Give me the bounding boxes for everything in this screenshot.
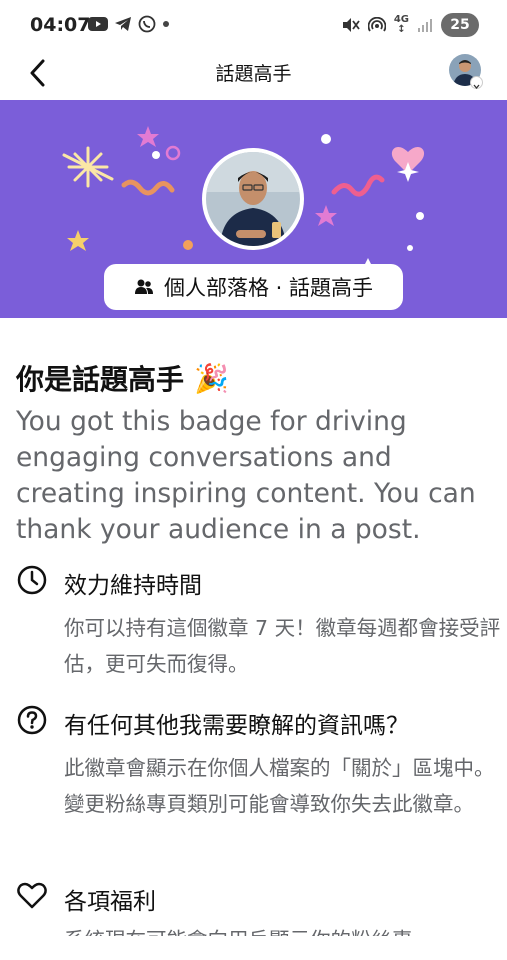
profile-picture xyxy=(202,148,304,250)
section-title: 各項福利 xyxy=(64,889,156,915)
more-notifications-icon xyxy=(163,21,169,27)
badge-description: 你是話題高手 🎉 You got this badge for driving … xyxy=(16,358,496,548)
page-title: 話題高手 xyxy=(215,63,292,85)
nav-bar: 話題高手 xyxy=(0,52,507,100)
question-icon xyxy=(17,705,47,735)
system-icons: 4G ↕ 25 xyxy=(342,13,479,37)
signal-icon xyxy=(418,19,432,32)
badge-label-pill: 個人部落格 · 話題高手 xyxy=(104,264,403,310)
heart-icon xyxy=(17,882,47,909)
whatsapp-icon xyxy=(138,15,156,33)
network-indicator: 4G ↕ xyxy=(393,14,409,35)
avatar-dropdown-icon[interactable] xyxy=(470,76,483,90)
section-benefits: 各項福利 系統現在可能會向用戶顯示你的粉絲專 xyxy=(16,880,496,936)
clock-icon xyxy=(17,565,47,595)
notification-icons xyxy=(88,15,170,33)
section-body: 系統現在可能會向用戶顯示你的粉絲專 xyxy=(64,922,496,936)
badge-label: 個人部落格 · 話題高手 xyxy=(163,276,374,300)
status-bar: 04:07 4G ↕ 25 xyxy=(0,0,507,52)
headline: 你是話題高手 🎉 xyxy=(16,358,496,398)
battery-icon: 25 xyxy=(441,13,479,37)
battery-level: 25 xyxy=(450,17,470,33)
party-popper-icon: 🎉 xyxy=(194,361,229,395)
section-title: 有任何其他我需要瞭解的資訊嗎？ xyxy=(64,713,409,739)
headline-text: 你是話題高手 xyxy=(16,363,185,396)
people-icon xyxy=(134,279,153,294)
section-body: 此徽章會顯示在你個人檔案的「關於」區塊中。變更粉絲專頁類別可能會導致你失去此徽章… xyxy=(64,756,495,816)
status-time: 04:07 xyxy=(30,14,91,36)
section-title: 效力維持時間 xyxy=(64,573,202,599)
section-body: 你可以持有這個徽章 7 天！徽章每週都會接受評估，更可失而復得。 xyxy=(64,616,501,676)
profile-photo xyxy=(206,152,300,246)
description-text: You got this badge for driving engaging … xyxy=(16,406,476,545)
telegram-icon xyxy=(115,17,131,31)
badge-banner: 個人部落格 · 話題高手 xyxy=(0,100,507,318)
network-label: 4G xyxy=(393,14,409,25)
hotspot-icon xyxy=(367,17,386,32)
youtube-icon xyxy=(88,17,108,31)
mute-icon xyxy=(342,18,360,32)
